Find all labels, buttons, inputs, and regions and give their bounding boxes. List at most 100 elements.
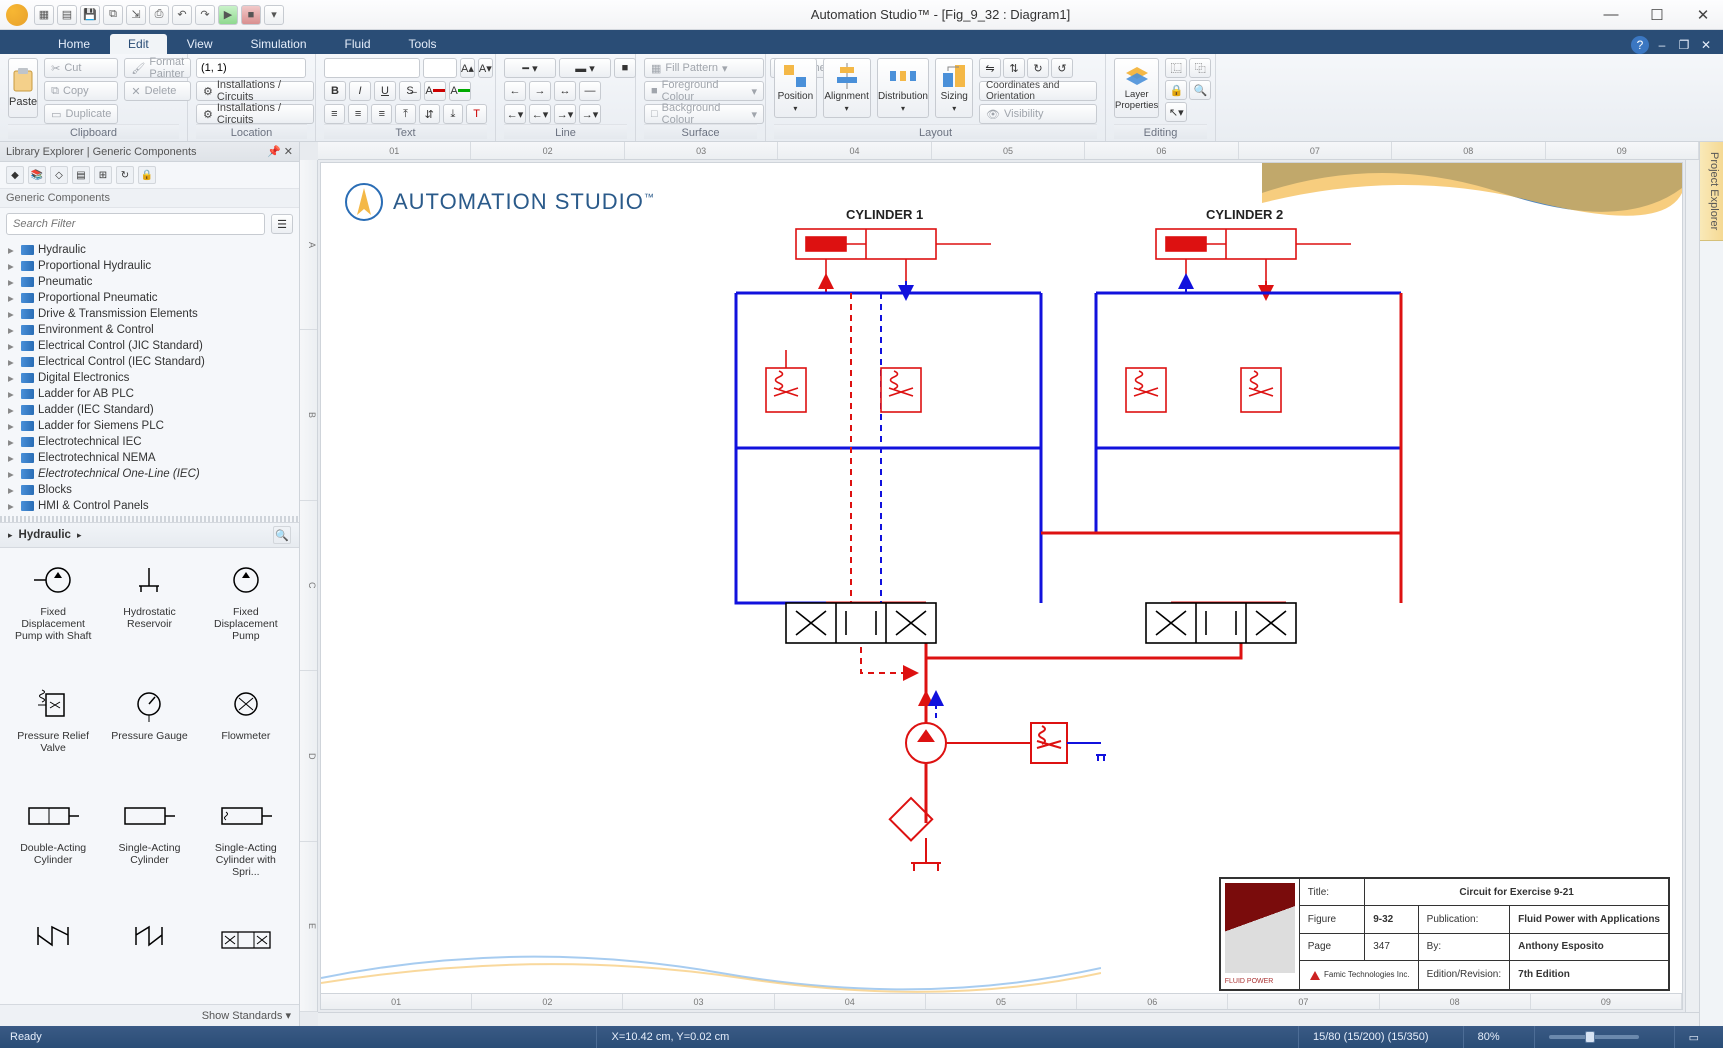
- duplicate-button[interactable]: ▭ Duplicate: [44, 104, 118, 124]
- decrease-font[interactable]: A▾: [478, 58, 493, 78]
- arrow-end[interactable]: →: [529, 81, 551, 101]
- installations-button-2[interactable]: ⚙ Installations / Circuits: [196, 104, 314, 124]
- tab-edit[interactable]: Edit: [110, 34, 167, 54]
- minimize-button[interactable]: —: [1597, 6, 1625, 23]
- rotate-ccw[interactable]: ↺: [1051, 58, 1073, 78]
- fontcolor-button[interactable]: A: [424, 81, 446, 101]
- tree-item-1[interactable]: ▸Proportional Hydraulic: [0, 258, 299, 274]
- qat-play[interactable]: ▶: [218, 5, 238, 25]
- scrollbar-horizontal[interactable]: [318, 1012, 1699, 1026]
- component-5[interactable]: Flowmeter: [199, 680, 293, 788]
- increase-font[interactable]: A▴: [460, 58, 475, 78]
- flip-v[interactable]: ⇅: [1003, 58, 1025, 78]
- tree-item-11[interactable]: ▸Ladder for Siemens PLC: [0, 418, 299, 434]
- position-button[interactable]: Position▾: [774, 58, 817, 118]
- tree-item-9[interactable]: ▸Ladder for AB PLC: [0, 386, 299, 402]
- mdi-minimize[interactable]: –: [1653, 36, 1671, 54]
- highlight-button[interactable]: A: [449, 81, 471, 101]
- tree-item-5[interactable]: ▸Environment & Control: [0, 322, 299, 338]
- tree-item-0[interactable]: ▸Hydraulic: [0, 242, 299, 258]
- tree-item-13[interactable]: ▸Electrotechnical NEMA: [0, 450, 299, 466]
- tree-item-6[interactable]: ▸Electrical Control (JIC Standard): [0, 338, 299, 354]
- maximize-button[interactable]: ☐: [1643, 6, 1671, 24]
- endcap-4[interactable]: →▾: [579, 104, 601, 124]
- sizing-button[interactable]: Sizing▾: [935, 58, 973, 118]
- tree-item-12[interactable]: ▸Electrotechnical IEC: [0, 434, 299, 450]
- tab-fluid[interactable]: Fluid: [327, 34, 389, 54]
- component-6[interactable]: Double-Acting Cylinder: [6, 792, 100, 912]
- align-center[interactable]: ≡: [348, 104, 369, 124]
- coordinate-field[interactable]: [196, 58, 306, 78]
- paste-button[interactable]: Paste: [8, 58, 38, 118]
- copy-button[interactable]: ⧉ Copy: [44, 81, 118, 101]
- visibility-button[interactable]: 👁 Visibility: [979, 104, 1097, 124]
- tab-tools[interactable]: Tools: [391, 34, 455, 54]
- component-10[interactable]: [102, 916, 196, 996]
- fit-page-icon[interactable]: ▭: [1674, 1026, 1713, 1048]
- ungroup-btn[interactable]: ⿻: [1189, 58, 1211, 78]
- zoom-icon[interactable]: 🔍: [273, 526, 291, 544]
- qat-print[interactable]: ⎙: [149, 5, 169, 25]
- component-4[interactable]: Pressure Gauge: [102, 680, 196, 788]
- qat-open[interactable]: ▤: [57, 5, 77, 25]
- tool-icon-3[interactable]: ◇: [50, 166, 68, 184]
- align-top[interactable]: ⤒: [395, 104, 416, 124]
- distribution-button[interactable]: Distribution▾: [877, 58, 930, 118]
- text-red[interactable]: T: [466, 104, 487, 124]
- tab-view[interactable]: View: [169, 34, 231, 54]
- arrow-both[interactable]: ↔: [554, 81, 576, 101]
- layer-properties-button[interactable]: Layer Properties: [1114, 58, 1159, 118]
- align-middle[interactable]: ⇵: [419, 104, 440, 124]
- component-breadcrumb[interactable]: ▸Hydraulic▸ 🔍: [0, 522, 299, 548]
- component-1[interactable]: Hydrostatic Reservoir: [102, 556, 196, 676]
- tree-item-15[interactable]: ▸Blocks: [0, 482, 299, 498]
- tree-item-16[interactable]: ▸HMI & Control Panels: [0, 498, 299, 514]
- line-color[interactable]: ■: [614, 58, 636, 78]
- tab-home[interactable]: Home: [40, 34, 108, 54]
- endcap-3[interactable]: →▾: [554, 104, 576, 124]
- arrow-none[interactable]: —: [579, 81, 601, 101]
- tree-item-2[interactable]: ▸Pneumatic: [0, 274, 299, 290]
- tool-icon-2[interactable]: 📚: [28, 166, 46, 184]
- mdi-restore[interactable]: ❐: [1675, 36, 1693, 54]
- qat-redo[interactable]: ↷: [195, 5, 215, 25]
- close-button[interactable]: ✕: [1689, 6, 1717, 24]
- search-input[interactable]: [6, 213, 265, 235]
- tree-item-4[interactable]: ▸Drive & Transmission Elements: [0, 306, 299, 322]
- fill-pattern[interactable]: ▦ Fill Pattern ▾: [644, 58, 764, 78]
- drawing-page[interactable]: AUTOMATION STUDIO™ CYLINDER 1 CYLINDER 2: [320, 162, 1683, 1010]
- underline-button[interactable]: U: [374, 81, 396, 101]
- tool-icon-1[interactable]: ◆: [6, 166, 24, 184]
- line-weight[interactable]: ▬ ▾: [559, 58, 611, 78]
- flip-h[interactable]: ⇋: [979, 58, 1001, 78]
- tree-item-8[interactable]: ▸Digital Electronics: [0, 370, 299, 386]
- tree-item-3[interactable]: ▸Proportional Pneumatic: [0, 290, 299, 306]
- group-btn[interactable]: ⿺: [1165, 58, 1187, 78]
- strike-button[interactable]: S̶: [399, 81, 421, 101]
- tree-item-10[interactable]: ▸Ladder (IEC Standard): [0, 402, 299, 418]
- search-options-icon[interactable]: ☰: [271, 214, 293, 234]
- component-8[interactable]: Single-Acting Cylinder with Spri...: [199, 792, 293, 912]
- panel-close-icon[interactable]: 📌 ✕: [267, 145, 293, 158]
- qat-stop[interactable]: ■: [241, 5, 261, 25]
- tool-icon-4[interactable]: ▤: [72, 166, 90, 184]
- component-0[interactable]: Fixed Displacement Pump with Shaft: [6, 556, 100, 676]
- font-size-select[interactable]: [423, 58, 457, 78]
- mdi-close[interactable]: ✕: [1697, 36, 1715, 54]
- endcap-2[interactable]: ←▾: [529, 104, 551, 124]
- font-family-select[interactable]: [324, 58, 420, 78]
- tree-item-7[interactable]: ▸Electrical Control (IEC Standard): [0, 354, 299, 370]
- installations-button-1[interactable]: ⚙ Installations / Circuits: [196, 81, 314, 101]
- pointer-btn[interactable]: ↖▾: [1165, 102, 1187, 122]
- tool-icon-5[interactable]: ⊞: [94, 166, 112, 184]
- component-11[interactable]: [199, 916, 293, 996]
- align-bottom[interactable]: ⤓: [443, 104, 464, 124]
- qat-new[interactable]: ▦: [34, 5, 54, 25]
- arrow-start[interactable]: ←: [504, 81, 526, 101]
- tree-item-14[interactable]: ▸Electrotechnical One-Line (IEC): [0, 466, 299, 482]
- component-2[interactable]: Fixed Displacement Pump: [199, 556, 293, 676]
- project-explorer-tab[interactable]: Project Explorer: [1700, 142, 1723, 241]
- qat-dropdown[interactable]: ▾: [264, 5, 284, 25]
- endcap-1[interactable]: ←▾: [504, 104, 526, 124]
- bold-button[interactable]: B: [324, 81, 346, 101]
